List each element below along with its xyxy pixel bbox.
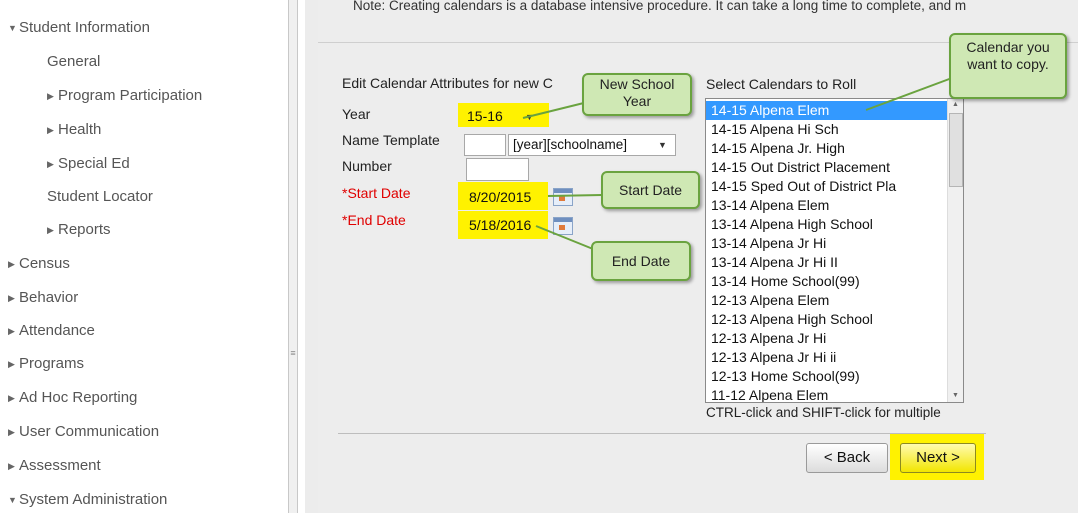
panel-splitter[interactable]: ≡: [288, 0, 298, 513]
scroll-up-icon[interactable]: ▲: [948, 99, 963, 111]
sidebar-item-system-administration[interactable]: ▼ System Administration: [8, 489, 167, 511]
chevron-right-icon: ▶: [47, 91, 54, 101]
list-item[interactable]: 14-15 Alpena Hi Sch: [706, 120, 953, 139]
callout-end-date: End Date: [591, 241, 691, 281]
chevron-right-icon: ▶: [8, 326, 15, 336]
year-label: Year: [342, 106, 371, 122]
list-item[interactable]: 14-15 Alpena Jr. High: [706, 139, 953, 158]
sidebar-item-label: Census: [19, 255, 70, 272]
multi-select-hint: CTRL-click and SHIFT-click for multiple: [706, 405, 941, 420]
callout-new-school-year: New School Year: [582, 73, 692, 116]
list-item[interactable]: 12-13 Alpena Jr Hi: [706, 329, 953, 348]
start-date-input[interactable]: 8/20/2015: [469, 189, 531, 205]
end-date-label: *End Date: [342, 212, 406, 228]
list-item[interactable]: 13-14 Alpena Elem: [706, 196, 953, 215]
chevron-right-icon: ▶: [47, 125, 54, 135]
calendar-listbox[interactable]: 14-15 Alpena Elem 14-15 Alpena Hi Sch 14…: [705, 98, 964, 403]
chevron-right-icon: ▶: [8, 359, 15, 369]
chevron-right-icon: ▶: [47, 159, 54, 169]
sidebar-item-label: Ad Hoc Reporting: [19, 389, 138, 406]
grip-icon: ≡: [290, 348, 296, 358]
list-item[interactable]: 13-14 Alpena Jr Hi: [706, 234, 953, 253]
chevron-down-icon: ▼: [525, 112, 534, 122]
chevron-right-icon: ▶: [47, 225, 54, 235]
sidebar-item-attendance[interactable]: ▶ Attendance: [8, 320, 95, 342]
list-item[interactable]: 12-13 Alpena Elem: [706, 291, 953, 310]
sidebar-item-label: Student Information: [19, 19, 150, 36]
year-select[interactable]: 15-16: [467, 108, 503, 124]
note-text: Note: Creating calendars is a database i…: [353, 0, 967, 13]
list-item[interactable]: 14-15 Sped Out of District Pla: [706, 177, 953, 196]
sidebar-item-label: Health: [58, 121, 102, 138]
bottom-divider: [338, 433, 986, 434]
sidebar-item-label: Behavior: [19, 289, 79, 306]
sidebar-item-assessment[interactable]: ▶ Assessment: [8, 455, 101, 477]
list-item[interactable]: 14-15 Out District Placement: [706, 158, 953, 177]
chevron-right-icon: ▶: [8, 259, 15, 269]
sidebar-nav: ▼ Student Information General ▶ Program Pa…: [0, 0, 288, 513]
next-button[interactable]: Next >: [900, 443, 976, 473]
chevron-right-icon: ▶: [8, 293, 15, 303]
chevron-right-icon: ▶: [8, 393, 15, 403]
end-date-input[interactable]: 5/18/2016: [469, 217, 531, 233]
sidebar-item-program-participation[interactable]: ▶ Program Participation: [47, 85, 202, 107]
sidebar-item-label: System Administration: [19, 491, 168, 508]
sidebar-item-label: Assessment: [19, 457, 101, 474]
chevron-right-icon: ▶: [8, 427, 15, 437]
number-label: Number: [342, 158, 392, 174]
scroll-thumb[interactable]: [949, 113, 963, 187]
sidebar-item-general[interactable]: General: [47, 51, 100, 73]
chevron-down-icon: ▼: [8, 495, 17, 505]
list-item[interactable]: 13-14 Home School(99): [706, 272, 953, 291]
name-template-prefix-input[interactable]: [464, 134, 506, 156]
scroll-down-icon[interactable]: ▼: [948, 390, 963, 402]
list-item[interactable]: 12-13 Alpena High School: [706, 310, 953, 329]
section-title: Edit Calendar Attributes for new C: [342, 75, 553, 91]
sidebar-item-programs[interactable]: ▶ Programs: [8, 353, 84, 375]
callout-start-date: Start Date: [601, 171, 700, 209]
calendar-icon[interactable]: [553, 188, 573, 206]
sidebar-item-label: Program Participation: [58, 87, 203, 104]
sidebar-item-user-communication[interactable]: ▶ User Communication: [8, 421, 159, 443]
sidebar-item-label: Programs: [19, 355, 85, 372]
name-template-label: Name Template: [342, 132, 440, 148]
name-template-value: [year][schoolname]: [513, 137, 628, 152]
calendars-title: Select Calendars to Roll: [706, 76, 857, 92]
list-item[interactable]: 12-13 Alpena Jr Hi ii: [706, 348, 953, 367]
sidebar-item-label: Student Locator: [47, 188, 153, 205]
list-item[interactable]: 13-14 Alpena Jr Hi II: [706, 253, 953, 272]
sidebar-item-label: General: [47, 53, 101, 70]
sidebar-item-label: Special Ed: [58, 155, 130, 172]
list-item[interactable]: 14-15 Alpena Elem: [706, 101, 953, 120]
sidebar-item-health[interactable]: ▶ Health: [47, 119, 101, 141]
sidebar-item-census[interactable]: ▶ Census: [8, 253, 70, 275]
sidebar-item-ad-hoc-reporting[interactable]: ▶ Ad Hoc Reporting: [8, 387, 137, 409]
sidebar-item-reports[interactable]: ▶ Reports: [47, 219, 111, 241]
sidebar-item-student-information[interactable]: ▼ Student Information: [8, 17, 150, 39]
list-item[interactable]: 12-13 Home School(99): [706, 367, 953, 386]
chevron-down-icon: ▼: [8, 23, 17, 33]
chevron-down-icon: ▼: [658, 140, 667, 150]
frame-gutter: [305, 0, 318, 513]
sidebar-item-behavior[interactable]: ▶ Behavior: [8, 287, 78, 309]
sidebar-item-label: Reports: [58, 221, 111, 238]
callout-calendar-copy: Calendar you want to copy.: [949, 33, 1067, 99]
calendar-icon[interactable]: [553, 217, 573, 235]
number-input[interactable]: [466, 158, 529, 181]
sidebar-item-student-locator[interactable]: Student Locator: [47, 186, 153, 208]
back-button[interactable]: < Back: [806, 443, 888, 473]
start-date-label: *Start Date: [342, 185, 411, 201]
sidebar-item-special-ed[interactable]: ▶ Special Ed: [47, 153, 130, 175]
sidebar-item-label: Attendance: [19, 322, 95, 339]
listbox-scrollbar[interactable]: ▲ ▼: [947, 99, 963, 402]
sidebar-item-label: User Communication: [19, 423, 160, 440]
chevron-right-icon: ▶: [8, 461, 15, 471]
list-item[interactable]: 11-12 Alpena Elem: [706, 386, 953, 402]
list-item[interactable]: 13-14 Alpena High School: [706, 215, 953, 234]
